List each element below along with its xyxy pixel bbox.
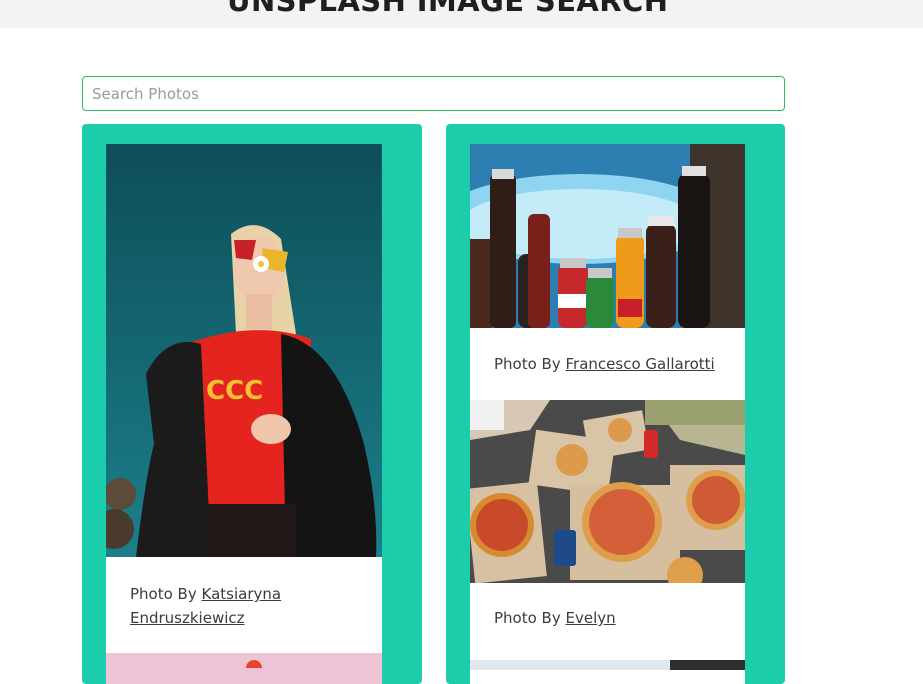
photo-card[interactable]: Photo By Evelyn xyxy=(470,400,745,655)
photo-credit: Photo By Evelyn xyxy=(494,606,734,630)
page-header: UNSPLASH IMAGE SEARCH xyxy=(0,0,923,28)
photo-image[interactable] xyxy=(470,144,745,328)
photo-image[interactable] xyxy=(470,400,745,583)
svg-text:CCC: CCC xyxy=(206,376,263,406)
photo-card[interactable]: CCC Photo By Katsiaryna Endruszkiewicz xyxy=(106,144,382,684)
page-title: UNSPLASH IMAGE SEARCH xyxy=(227,0,669,18)
photo-card[interactable]: Photo By Francesco Gallarotti xyxy=(470,144,745,400)
author-link[interactable]: Francesco Gallarotti xyxy=(566,355,715,373)
photo-card-next[interactable] xyxy=(470,655,745,684)
author-link[interactable]: Evelyn xyxy=(566,609,616,627)
search-input[interactable] xyxy=(82,76,785,111)
credit-prefix: Photo By xyxy=(130,585,197,603)
photo-card-next[interactable] xyxy=(106,653,382,684)
photo-credit: Photo By Francesco Gallarotti xyxy=(494,352,734,376)
photo-image[interactable] xyxy=(470,660,745,670)
credit-prefix: Photo By xyxy=(494,355,561,373)
photo-image[interactable] xyxy=(106,656,382,676)
credit-prefix: Photo By xyxy=(494,609,561,627)
results-column-left: CCC Photo By Katsiaryna Endruszkiewicz xyxy=(82,124,422,684)
results-column-right: Photo By Francesco Gallarotti Photo By E… xyxy=(446,124,785,684)
photo-credit: Photo By Katsiaryna Endruszkiewicz xyxy=(130,582,370,630)
photo-image[interactable]: CCC xyxy=(106,144,382,557)
